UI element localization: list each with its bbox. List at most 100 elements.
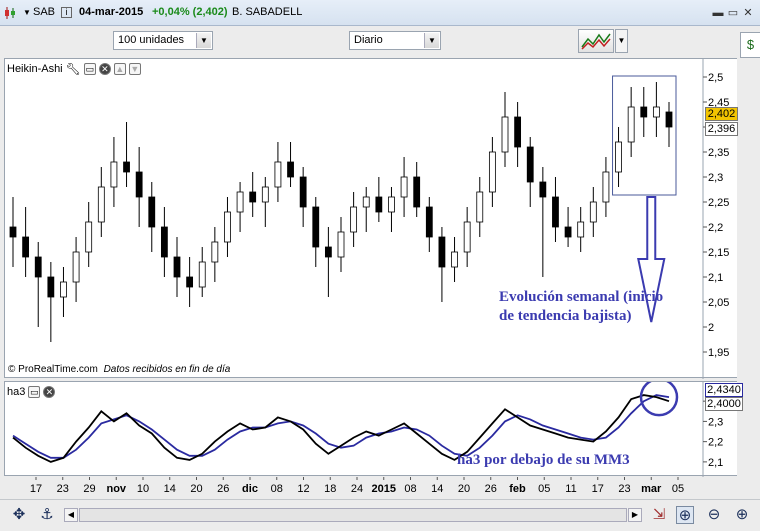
scroll-left-button[interactable]: ◀: [64, 508, 78, 522]
heikin-ashi-chart: 2,52,452,42,352,32,252,22,152,12,0521,95: [9, 59, 729, 379]
zoom-in-icon[interactable]: ⊕: [733, 506, 751, 524]
candle-down: [375, 196, 383, 213]
sub-indicator-name: ha3: [7, 385, 26, 398]
symbol-dropdown-arrow-icon[interactable]: ▼: [23, 8, 31, 17]
candle-up: [97, 186, 105, 223]
title-bar: ▼ SAB i 04-mar-2015 +0,04% (2,402) B. SA…: [0, 0, 760, 26]
anchor-icon[interactable]: ⚓︎: [38, 506, 56, 524]
minimize-icon[interactable]: ▬: [712, 7, 724, 19]
x-tick-label: 14: [164, 483, 176, 495]
x-tick-label: 17: [30, 483, 42, 495]
indicators-dropdown[interactable]: ▼: [615, 29, 628, 53]
x-tick-label: nov: [106, 483, 126, 495]
x-tick-label: 14: [431, 483, 443, 495]
scroll-right-button[interactable]: ▶: [628, 508, 642, 522]
y-tick-label: 2,15: [708, 247, 729, 259]
x-tick-label: 11: [565, 483, 576, 495]
candle-up: [463, 221, 471, 253]
candle-up: [362, 196, 370, 208]
move-down-icon[interactable]: ▼: [128, 62, 141, 75]
x-tick-label: 12: [297, 483, 309, 495]
zoom-out-icon[interactable]: ⊖: [705, 506, 723, 524]
candle-up: [110, 161, 118, 188]
sub-panel-header: ha3 ▭ ✕: [7, 384, 56, 399]
candle-down: [526, 146, 534, 183]
candle-up: [501, 116, 509, 153]
candle-up: [589, 201, 597, 223]
y-tick-label: 2,05: [708, 297, 729, 309]
close-icon[interactable]: ✕: [742, 7, 754, 19]
credit-text: © ProRealTime.com: [8, 364, 98, 375]
info-icon[interactable]: i: [61, 7, 72, 18]
candle-up: [400, 176, 408, 198]
chevron-down-icon[interactable]: ▼: [424, 33, 439, 48]
move-up-icon[interactable]: ▲: [113, 62, 126, 75]
last-price-badge: 2,402: [705, 107, 738, 121]
candle-up: [652, 106, 660, 118]
wrench-icon[interactable]: 🔧︎: [66, 62, 81, 76]
x-tick-label: 24: [351, 483, 363, 495]
x-tick-label: 23: [618, 483, 630, 495]
candle-up: [261, 186, 269, 203]
candle-down: [47, 276, 55, 298]
change-label: +0,04% (2,402): [152, 6, 228, 18]
candle-down: [173, 256, 181, 278]
candle-down: [299, 176, 307, 208]
chart-indicator-icon: [581, 33, 611, 50]
x-tick-label: 20: [458, 483, 470, 495]
chevron-down-icon[interactable]: ▼: [196, 33, 211, 48]
candle-down: [148, 196, 156, 228]
candle-up: [236, 191, 244, 213]
candle-up: [388, 196, 395, 213]
prev-price-badge: 2,396: [705, 122, 738, 136]
candle-down: [640, 106, 648, 118]
annotation-weekly: Evolución semanal (inicio de tendencia b…: [499, 288, 663, 326]
maximize-icon[interactable]: ▭: [727, 7, 739, 19]
mm3-value-badge: 2,4000: [705, 397, 743, 411]
candle-up: [488, 151, 496, 193]
annotation-line2: de tendencia bajista): [499, 308, 632, 324]
period-value: Diario: [354, 34, 383, 46]
instrument-name: B. SABADELL: [232, 6, 303, 18]
sub-y-tick-label: 2,1: [708, 457, 723, 469]
candle-down: [312, 206, 320, 248]
x-tick-label: 05: [538, 483, 550, 495]
candle-up: [198, 261, 206, 288]
credit-note: Datos recibidos en fin de día: [103, 364, 231, 375]
candle-up: [350, 206, 358, 233]
zoom-fit-icon[interactable]: ⊕: [676, 506, 694, 524]
auto-scale-icon[interactable]: ⇲: [650, 506, 668, 524]
symbol-label[interactable]: SAB: [33, 6, 55, 18]
x-tick-label: dic: [242, 483, 258, 495]
period-select[interactable]: Diario ▼: [349, 31, 441, 50]
y-tick-label: 2,35: [708, 147, 729, 159]
candle-up: [337, 231, 345, 258]
candle-up: [211, 241, 219, 263]
x-tick-label: 18: [324, 483, 336, 495]
side-panel-tab[interactable]: $: [740, 32, 760, 58]
candle-up: [274, 161, 282, 188]
move-arrows-icon[interactable]: ✥: [10, 506, 28, 524]
data-credit: © ProRealTime.com Datos recibidos en fin…: [8, 364, 230, 375]
candle-up: [451, 251, 458, 268]
candle-up: [602, 171, 610, 203]
close-icon[interactable]: ✕: [98, 62, 111, 75]
x-tick-label: 10: [137, 483, 149, 495]
candle-down: [249, 191, 257, 203]
candle-up: [627, 106, 635, 143]
indicators-button[interactable]: [578, 29, 614, 53]
ha3-value-badge: 2,4340: [705, 383, 743, 397]
price-panel: 2,52,452,42,352,32,252,22,152,12,0521,95…: [4, 58, 737, 379]
window-icon[interactable]: ▭: [28, 385, 41, 398]
x-tick-label: 26: [485, 483, 497, 495]
x-tick-label: 17: [592, 483, 604, 495]
y-tick-label: 2,5: [708, 72, 723, 84]
close-icon[interactable]: ✕: [43, 385, 56, 398]
candle-down: [186, 276, 194, 288]
candle-down: [438, 236, 446, 268]
units-select[interactable]: 100 unidades ▼: [113, 31, 213, 50]
candle-chart-icon: [5, 7, 15, 19]
candle-down: [287, 161, 294, 178]
horizontal-scrollbar[interactable]: [79, 508, 627, 522]
window-icon[interactable]: ▭: [83, 62, 96, 75]
